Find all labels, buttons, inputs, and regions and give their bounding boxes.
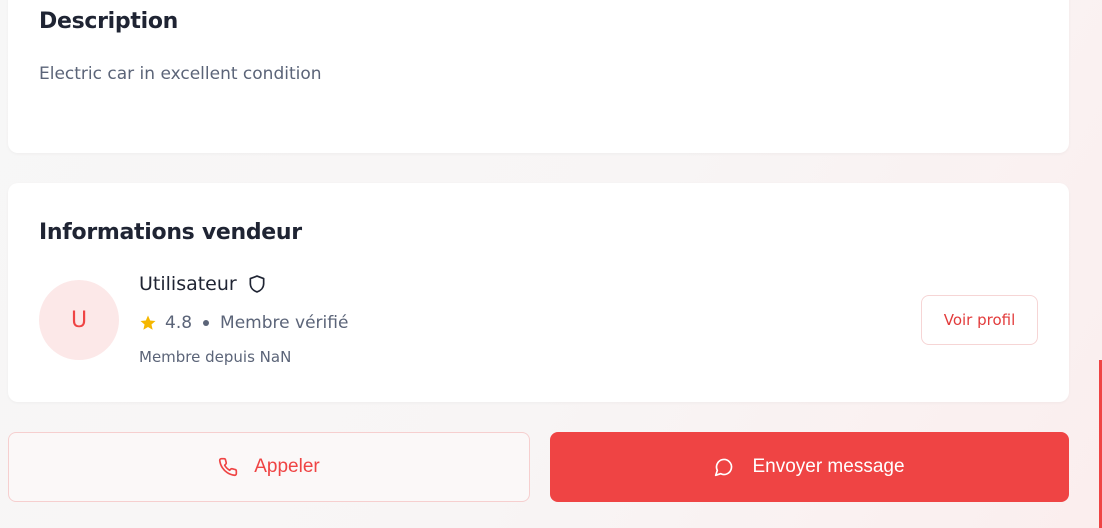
seller-info-card: Informations vendeur U Utilisateur 4.8 M… [8, 183, 1069, 402]
seller-name: Utilisateur [139, 273, 237, 295]
send-message-button[interactable]: Envoyer message [550, 432, 1069, 502]
call-button[interactable]: Appeler [8, 432, 530, 502]
send-message-button-label: Envoyer message [752, 456, 905, 477]
avatar-initial: U [70, 307, 88, 333]
description-card: Description Electric car in excellent co… [8, 0, 1069, 153]
star-icon [139, 314, 157, 332]
member-since: Membre depuis NaN [139, 348, 292, 366]
seller-info-heading: Informations vendeur [39, 220, 302, 245]
avatar: U [39, 280, 119, 360]
verified-label: Membre vérifié [220, 313, 349, 333]
rating-value: 4.8 [165, 313, 193, 333]
shield-icon [247, 274, 267, 294]
rating-row: 4.8 Membre vérifié [139, 313, 348, 333]
description-text: Electric car in excellent condition [39, 64, 322, 84]
call-button-label: Appeler [254, 456, 320, 477]
phone-icon [218, 457, 238, 477]
description-heading: Description [39, 9, 178, 34]
view-profile-button[interactable]: Voir profil [921, 295, 1038, 345]
chat-bubble-icon [714, 457, 734, 477]
separator-dot [203, 320, 210, 326]
seller-name-row: Utilisateur [139, 273, 267, 295]
